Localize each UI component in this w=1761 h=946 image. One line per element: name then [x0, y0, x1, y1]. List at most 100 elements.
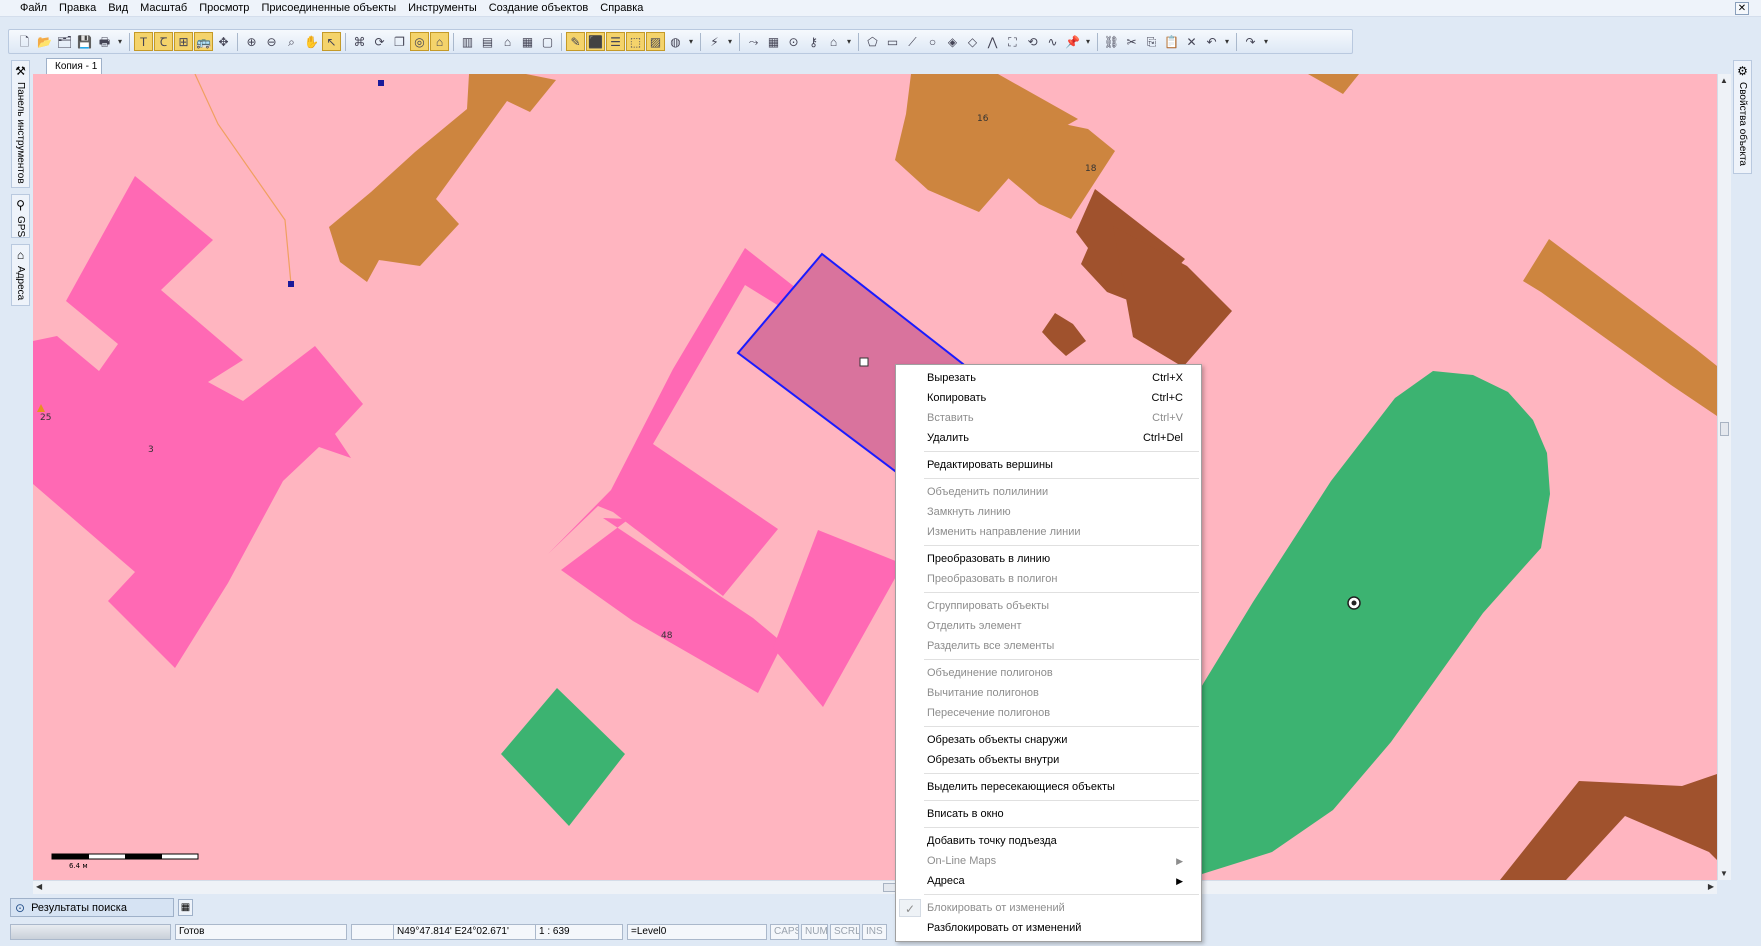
- context-menu-item[interactable]: Разблокировать от изменений: [896, 918, 1201, 938]
- curve-icon[interactable]: ∿: [1043, 32, 1062, 51]
- overlap-icon[interactable]: ◎: [410, 32, 429, 51]
- route-node[interactable]: [288, 281, 294, 287]
- horizontal-scrollbar[interactable]: ◀ ▶: [33, 880, 1717, 894]
- context-menu-item[interactable]: ✓ Блокировать от изменений: [896, 898, 1201, 918]
- house-edit-icon[interactable]: ⌂: [430, 32, 449, 51]
- scroll-right-icon[interactable]: ▶: [1708, 882, 1714, 891]
- menu-item[interactable]: Создание объектов: [483, 0, 595, 17]
- tag-icon[interactable]: ✎: [566, 32, 585, 51]
- binoculars-icon[interactable]: ⊙: [784, 32, 803, 51]
- search-results-tab[interactable]: ⊙ Результаты поиска: [10, 898, 174, 917]
- building-list-icon[interactable]: ▤: [478, 32, 497, 51]
- globe-icon[interactable]: ◍: [666, 32, 685, 51]
- green-select-icon[interactable]: ⬛: [586, 32, 605, 51]
- rotate-icon[interactable]: ⟳: [370, 32, 389, 51]
- menu-item[interactable]: Присоединенные объекты: [255, 0, 402, 17]
- context-menu-item[interactable]: Отделить элемент: [896, 616, 1201, 636]
- dropdown-arrow-icon[interactable]: ▾: [115, 37, 125, 46]
- document-tab[interactable]: Копия - 1: [46, 58, 102, 74]
- key-icon[interactable]: ⚷: [804, 32, 823, 51]
- building-polygon[interactable]: [773, 530, 903, 707]
- link-icon[interactable]: ⛓: [1102, 32, 1121, 51]
- scroll-up-icon[interactable]: ▲: [1720, 76, 1728, 85]
- tab-addresses[interactable]: ⌂ Адреса: [11, 244, 30, 306]
- dropdown-arrow-icon[interactable]: ▾: [844, 37, 854, 46]
- route-icon[interactable]: ⤳: [744, 32, 763, 51]
- green-area-polygon[interactable]: [501, 688, 625, 826]
- bus-icon[interactable]: 🚌: [194, 32, 213, 51]
- print-icon[interactable]: 🖶: [95, 32, 114, 51]
- house-icon[interactable]: ⌂: [498, 32, 517, 51]
- context-menu-item[interactable]: Сгруппировать объекты: [896, 596, 1201, 616]
- context-menu-item[interactable]: Обрезать объекты внутри: [896, 750, 1201, 770]
- home-marker-icon[interactable]: ⌂: [824, 32, 843, 51]
- context-menu-item[interactable]: Вставить Ctrl+V: [896, 408, 1201, 428]
- map-view[interactable]: 16 18 25 3 48 6.4 м: [33, 74, 1717, 880]
- dropdown-arrow-icon[interactable]: ▾: [686, 37, 696, 46]
- context-menu-item[interactable]: Копировать Ctrl+C: [896, 388, 1201, 408]
- lightning-icon[interactable]: ⚡: [705, 32, 724, 51]
- building-polygon[interactable]: [33, 176, 363, 668]
- zoom-out-icon[interactable]: ⊖: [262, 32, 281, 51]
- tab-toolbox-panel[interactable]: ⚒ Панель инструментов: [11, 60, 30, 188]
- text-edit-icon[interactable]: Ꞇ: [154, 32, 173, 51]
- context-menu-item[interactable]: Изменить направление линии: [896, 522, 1201, 542]
- delete-icon[interactable]: ✕: [1182, 32, 1201, 51]
- circle-icon[interactable]: ○: [923, 32, 942, 51]
- map-canvas[interactable]: 16 18 25 3 48 6.4 м: [33, 74, 1717, 880]
- close-document-button[interactable]: ✕: [1735, 2, 1749, 15]
- route-node[interactable]: [378, 80, 384, 86]
- context-menu-item[interactable]: Выделить пересекающиеся объекты: [896, 777, 1201, 797]
- context-menu-item[interactable]: Удалить Ctrl+Del: [896, 428, 1201, 448]
- tab-object-properties[interactable]: ⚙ Свойства объекта: [1733, 60, 1752, 174]
- context-menu-item[interactable]: Преобразовать в линию: [896, 549, 1201, 569]
- context-menu-item[interactable]: On-Line Maps ▶: [896, 851, 1201, 871]
- dropdown-arrow-icon[interactable]: ▾: [1222, 37, 1232, 46]
- move-icon[interactable]: ✥: [214, 32, 233, 51]
- diamond-fill-icon[interactable]: ◈: [943, 32, 962, 51]
- dropdown-arrow-icon[interactable]: ▾: [1083, 37, 1093, 46]
- menu-item[interactable]: Файл: [14, 0, 53, 17]
- context-menu-item[interactable]: Объединение полигонов: [896, 663, 1201, 683]
- building-polygon[interactable]: [1042, 313, 1086, 356]
- grid-snap-icon[interactable]: ⊞: [174, 32, 193, 51]
- save-icon[interactable]: 💾: [75, 32, 94, 51]
- building-polygon[interactable]: [1500, 774, 1717, 880]
- green-graph-icon[interactable]: ▨: [646, 32, 665, 51]
- text-tool-icon[interactable]: T: [134, 32, 153, 51]
- open-folder-icon[interactable]: 📂: [35, 32, 54, 51]
- menu-item[interactable]: Инструменты: [402, 0, 483, 17]
- bounding-box-icon[interactable]: ⛶: [1003, 32, 1022, 51]
- building-polygon[interactable]: [1308, 74, 1359, 94]
- building-polygon[interactable]: [1523, 239, 1717, 416]
- context-menu-item[interactable]: Редактировать вершины: [896, 455, 1201, 475]
- select-pointer-icon[interactable]: ↖: [322, 32, 341, 51]
- dropdown-arrow-icon[interactable]: ▾: [1261, 37, 1271, 46]
- paste-icon[interactable]: 📋: [1162, 32, 1181, 51]
- cut-icon[interactable]: ✂: [1122, 32, 1141, 51]
- context-menu-item[interactable]: Преобразовать в полигон: [896, 569, 1201, 589]
- context-menu-item[interactable]: Разделить все элементы: [896, 636, 1201, 656]
- polyline-icon[interactable]: ⋀: [983, 32, 1002, 51]
- context-menu-item[interactable]: Пересечение полигонов: [896, 703, 1201, 723]
- new-file-icon[interactable]: 🗋: [15, 32, 34, 51]
- pin-icon[interactable]: 📌: [1063, 32, 1082, 51]
- menu-item[interactable]: Масштаб: [134, 0, 193, 17]
- scroll-thumb[interactable]: [1720, 422, 1729, 436]
- copy-icon[interactable]: ⎘: [1142, 32, 1161, 51]
- menu-item[interactable]: Справка: [594, 0, 649, 17]
- building-polygon[interactable]: [329, 74, 556, 282]
- dropdown-arrow-icon[interactable]: ▾: [725, 37, 735, 46]
- diamond-icon[interactable]: ◇: [963, 32, 982, 51]
- menu-item[interactable]: Правка: [53, 0, 102, 17]
- green-chart-icon[interactable]: ⬚: [626, 32, 645, 51]
- layers-icon[interactable]: ❐: [390, 32, 409, 51]
- zoom-area-icon[interactable]: ⌕: [282, 32, 301, 51]
- context-menu-item[interactable]: Вычитание полигонов: [896, 683, 1201, 703]
- undo-icon[interactable]: ↶: [1202, 32, 1221, 51]
- green-list-icon[interactable]: ☰: [606, 32, 625, 51]
- open-map-icon[interactable]: 🗂: [55, 32, 74, 51]
- rectangle-icon[interactable]: ▭: [883, 32, 902, 51]
- bar-chart-icon[interactable]: ▦: [518, 32, 537, 51]
- scroll-left-icon[interactable]: ◀: [36, 882, 42, 891]
